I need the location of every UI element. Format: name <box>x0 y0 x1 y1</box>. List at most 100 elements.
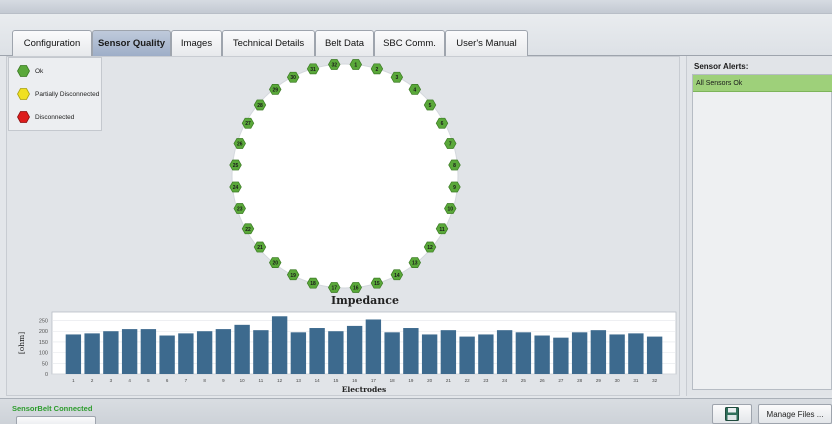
bar-electrode-6 <box>159 335 175 374</box>
x-tick-label: 22 <box>465 378 471 383</box>
electrode-label: 21 <box>257 245 263 251</box>
electrode-31: 31 <box>306 63 320 75</box>
electrode-label: 14 <box>394 273 400 279</box>
tab-technical-details[interactable]: Technical Details <box>222 30 315 56</box>
bar-electrode-26 <box>534 335 550 374</box>
y-tick-label: 200 <box>39 329 48 335</box>
bar-electrode-7 <box>178 333 194 374</box>
bar-electrode-19 <box>403 328 419 374</box>
electrode-label: 22 <box>245 227 251 233</box>
x-tick-label: 5 <box>147 378 150 383</box>
x-tick-label: 25 <box>521 378 527 383</box>
x-tick-label: 1 <box>72 378 75 383</box>
electrode-label: 8 <box>453 163 456 169</box>
electrode-label: 20 <box>272 261 278 267</box>
electrode-15: 15 <box>370 277 384 289</box>
electrode-label: 23 <box>237 207 243 213</box>
electrode-13: 13 <box>408 257 421 268</box>
electrode-label: 2 <box>376 67 379 73</box>
electrode-label: 15 <box>374 281 380 287</box>
electrode-label: 25 <box>233 163 239 169</box>
x-tick-label: 11 <box>259 378 264 383</box>
alert-item[interactable]: All Sensors Ok <box>693 75 832 92</box>
bar-electrode-18 <box>384 332 400 374</box>
electrode-label: 7 <box>449 141 452 147</box>
bar-electrode-24 <box>496 330 513 374</box>
tab-sbc-comm[interactable]: SBC Comm. <box>374 30 445 56</box>
footer-button[interactable] <box>16 416 96 424</box>
electrode-26: 26 <box>233 138 246 149</box>
electrode-ring: 1234567891011121314151617181920212223242… <box>229 59 461 293</box>
bar-electrode-22 <box>459 336 475 374</box>
x-tick-label: 4 <box>128 378 131 383</box>
window-top-bar <box>0 0 832 14</box>
tab-users-manual[interactable]: User's Manual <box>445 30 528 56</box>
electrode-30: 30 <box>286 71 300 83</box>
bar-electrode-9 <box>215 329 232 374</box>
legend-disconnected-label: Disconnected <box>35 113 75 121</box>
bar-electrode-30 <box>609 334 625 374</box>
legend-partial-label: Partially Disconnected <box>35 90 100 98</box>
bar-electrode-5 <box>140 329 157 374</box>
x-tick-label: 10 <box>240 378 246 383</box>
tab-belt-data[interactable]: Belt Data <box>315 30 374 56</box>
y-tick-label: 50 <box>42 361 48 367</box>
electrode-label: 9 <box>453 185 456 191</box>
electrode-29: 29 <box>269 84 282 95</box>
bar-electrode-31 <box>628 333 644 374</box>
y-axis-label: [ohm] <box>17 332 26 354</box>
manage-files-button[interactable]: Manage Files ... <box>758 404 832 424</box>
x-tick-label: 30 <box>615 378 621 383</box>
electrode-25: 25 <box>229 159 242 171</box>
electrode-7: 7 <box>444 138 457 149</box>
tab-configuration[interactable]: Configuration <box>12 30 92 56</box>
x-tick-label: 26 <box>540 378 546 383</box>
electrode-label: 6 <box>441 121 444 127</box>
electrode-5: 5 <box>423 99 437 111</box>
electrode-1: 1 <box>349 59 362 70</box>
x-tick-label: 8 <box>203 378 206 383</box>
electrode-18: 18 <box>306 277 320 289</box>
tab-images[interactable]: Images <box>171 30 222 56</box>
x-tick-label: 24 <box>502 378 508 383</box>
x-tick-label: 16 <box>352 378 358 383</box>
electrode-label: 4 <box>413 87 416 93</box>
x-tick-label: 21 <box>446 378 452 383</box>
connection-status: SensorBelt Connected <box>12 404 93 413</box>
electrode-2: 2 <box>370 63 384 75</box>
electrode-19: 19 <box>286 269 300 281</box>
x-tick-label: 28 <box>577 378 583 383</box>
electrode-label: 28 <box>257 103 263 109</box>
bar-electrode-11 <box>253 330 269 374</box>
tab-sensor-quality[interactable]: Sensor Quality <box>92 30 171 56</box>
electrode-22: 22 <box>241 223 255 235</box>
impedance-bar-chart: 0501001502002501 2 3 4 5 6 7 8 9 10 11 12 13 14 15 16 17… <box>17 311 677 394</box>
electrode-label: 11 <box>439 227 445 233</box>
bar-electrode-32 <box>646 336 663 374</box>
electrode-23: 23 <box>233 203 246 214</box>
electrode-label: 30 <box>290 75 296 81</box>
electrode-16: 16 <box>349 282 362 293</box>
bar-electrode-14 <box>309 328 325 374</box>
save-button[interactable] <box>712 404 752 424</box>
x-tick-label: 15 <box>333 378 339 383</box>
tab-bar: Configuration Sensor Quality Images Tech… <box>0 14 832 56</box>
bar-electrode-8 <box>196 331 213 374</box>
electrode-label: 26 <box>237 141 243 147</box>
green-hexagon-icon <box>17 65 30 77</box>
legend-ok-label: Ok <box>35 67 44 75</box>
electrode-label: 17 <box>331 285 337 291</box>
sensor-alerts-list[interactable] <box>692 74 832 390</box>
x-tick-label: 12 <box>277 378 283 383</box>
electrode-label: 27 <box>245 121 251 127</box>
electrode-4: 4 <box>408 84 421 95</box>
y-tick-label: 250 <box>39 319 48 325</box>
electrode-label: 18 <box>310 281 316 287</box>
electrode-label: 24 <box>233 185 239 191</box>
electrode-label: 29 <box>272 87 278 93</box>
y-tick-label: 100 <box>39 351 48 357</box>
bar-electrode-1 <box>65 334 82 374</box>
legend-ok: Ok <box>17 65 43 77</box>
legend-partial: Partially Disconnected <box>17 88 99 100</box>
bar-electrode-28 <box>571 332 588 374</box>
